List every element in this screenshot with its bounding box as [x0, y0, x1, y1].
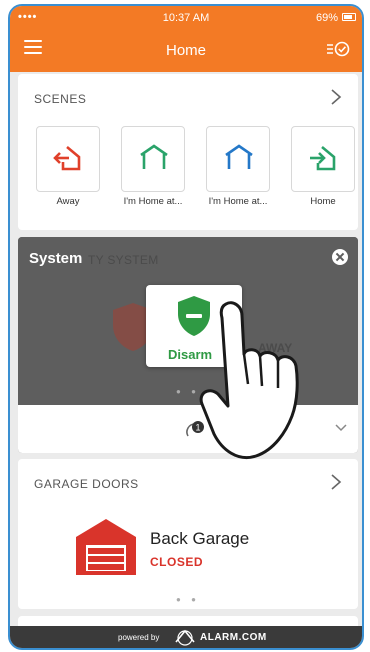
nav-bar: Home: [10, 30, 362, 70]
brand-label: ALARM.COM: [200, 632, 267, 643]
powered-by-label: powered by: [118, 633, 160, 642]
garage-door-icon[interactable]: [74, 517, 138, 577]
scenes-title: SCENES: [34, 92, 87, 106]
garage-door-name: Back Garage: [150, 529, 250, 548]
home-garage-icon: [225, 144, 253, 169]
battery-icon: [342, 13, 356, 21]
garage-card: GARAGE DOORS Back Garage CLOSED ● ●: [18, 459, 358, 609]
garage-title: GARAGE DOORS: [34, 477, 139, 491]
page-title: Home: [165, 42, 206, 59]
chevron-right-icon[interactable]: [330, 88, 342, 106]
battery-percent: 69%: [315, 12, 338, 24]
scene-tile-home-at-1[interactable]: [121, 126, 185, 192]
alarm-logo-icon: [175, 629, 195, 646]
status-time: 10:37 AM: [162, 12, 210, 24]
system-title-faded: TY SYSTEM: [88, 253, 159, 267]
scene-label: I'm Home at...: [123, 196, 183, 207]
tasks-icon[interactable]: [326, 40, 350, 58]
pointing-hand-icon: [199, 301, 299, 459]
system-label: System: [29, 250, 83, 267]
scene-tile-home-at-2[interactable]: [206, 126, 270, 192]
page-dots: ● ●: [176, 595, 200, 604]
close-icon[interactable]: [332, 249, 348, 265]
scene-tile-home[interactable]: [291, 126, 355, 192]
footer-bar: powered by ALARM.COM: [10, 626, 362, 648]
arrive-home-icon: [310, 146, 336, 171]
chevron-right-icon[interactable]: [330, 473, 342, 491]
garage-door-status: CLOSED: [150, 555, 204, 569]
status-bar: •••• 10:37 AM 69%: [10, 6, 362, 30]
away-icon: [53, 146, 81, 171]
scene-tile-away[interactable]: [36, 126, 100, 192]
home-garage-icon: [140, 144, 168, 169]
app-header: •••• 10:37 AM 69% Home: [10, 6, 362, 72]
scene-label: Away: [56, 196, 80, 207]
scenes-card: SCENES Away I'm Home at... I'm Home at..…: [18, 74, 358, 230]
scene-label: I'm Home at...: [208, 196, 268, 207]
scene-label: Home: [310, 196, 336, 207]
